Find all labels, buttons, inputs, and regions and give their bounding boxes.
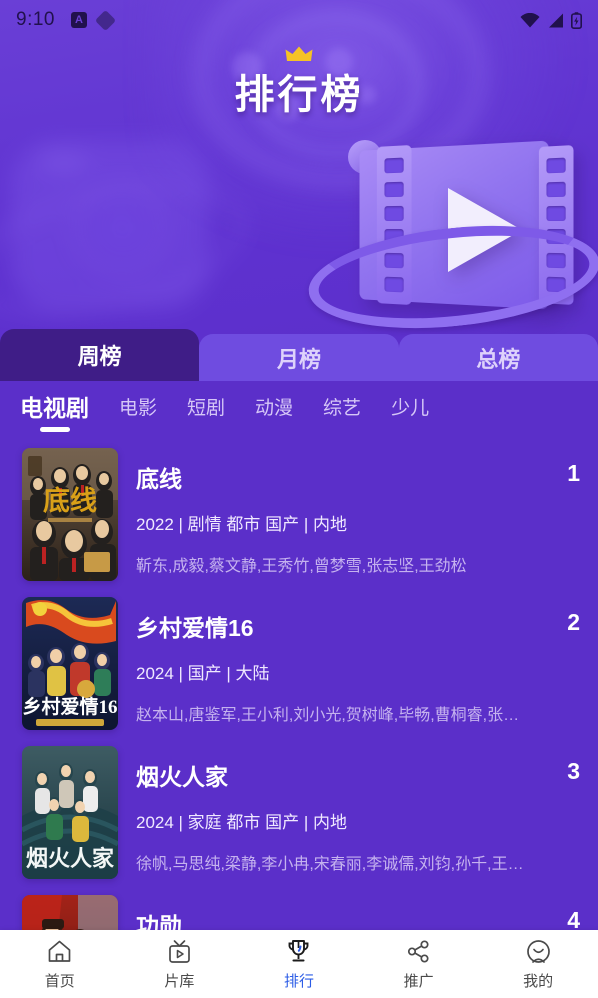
tab-weekly[interactable]: 周榜	[0, 329, 200, 381]
item-title: 功勋	[136, 913, 182, 930]
category-anime[interactable]: 动漫	[255, 393, 293, 429]
nav-item-ranking[interactable]: 排行	[239, 938, 359, 991]
app-badge-icon: A	[70, 12, 87, 28]
category-kids[interactable]: 少儿	[391, 393, 429, 429]
item-meta: 2022 | 剧情 都市 国产 | 内地	[136, 515, 347, 534]
category-nav: 电视剧 电影 短剧 动漫 综艺 少儿	[0, 381, 598, 440]
page-title-text: 排行榜	[234, 73, 364, 117]
item-rank: 2	[567, 609, 580, 635]
svg-text:乡村爱情16: 乡村爱情16	[22, 695, 117, 718]
item-meta: 2024 | 国产 | 大陆	[136, 664, 270, 683]
nav-item-library[interactable]: 片库	[120, 938, 240, 991]
app-root: 排行榜 9:10 A 周榜 月榜 总榜 电视剧 电影 短剧 动漫 综艺 少儿 底…	[0, 0, 598, 998]
item-rank: 4	[567, 907, 580, 930]
category-tv-drama[interactable]: 电视剧	[20, 389, 89, 432]
signal-icon	[549, 13, 563, 27]
nav-item-promote[interactable]: 推广	[359, 938, 479, 991]
item-cast: 靳东,成毅,蔡文静,王秀竹,曾梦雪,张志坚,王劲松	[136, 558, 467, 575]
film-strip-illustration	[303, 140, 598, 341]
list-item[interactable]: 功勋 4	[0, 887, 598, 930]
item-rank: 1	[567, 460, 580, 486]
item-meta: 2024 | 家庭 都市 国产 | 内地	[136, 813, 347, 832]
nav-label-library: 片库	[164, 972, 195, 990]
category-short-drama[interactable]: 短剧	[187, 393, 225, 429]
status-time: 9:10	[16, 9, 55, 30]
category-variety[interactable]: 综艺	[323, 393, 361, 429]
nav-item-home[interactable]: 首页	[0, 938, 120, 991]
profile-icon	[526, 939, 550, 963]
nav-label-promote: 推广	[403, 972, 434, 990]
diamond-icon	[94, 9, 117, 31]
poster-thumbnail[interactable]: 底线	[22, 448, 118, 581]
item-rank: 3	[567, 758, 580, 784]
battery-charging-icon	[571, 11, 582, 29]
nav-label-ranking: 排行	[283, 972, 314, 990]
svg-text:底线: 底线	[43, 485, 97, 516]
ranking-list[interactable]: 底线 底线 1 2022 | 剧情 都市 国产 | 内地 靳东,成毅,蔡文静,王…	[0, 440, 598, 930]
item-cast: 徐帆,马思纯,梁静,李小冉,宋春丽,李诚儒,刘钧,孙千,王…	[136, 856, 524, 873]
poster-thumbnail[interactable]: 烟火人家	[22, 746, 118, 879]
list-item-body: 烟火人家 3 2024 | 家庭 都市 国产 | 内地 徐帆,马思纯,梁静,李小…	[118, 746, 580, 874]
item-cast: 赵本山,唐鉴军,王小利,刘小光,贺树峰,毕畅,曹桐睿,张…	[136, 707, 520, 724]
period-tab-bar: 周榜 月榜 总榜	[0, 329, 598, 381]
tv-library-icon	[169, 939, 190, 963]
page-title-wrap: 排行榜	[0, 46, 598, 120]
category-movie[interactable]: 电影	[119, 393, 157, 429]
nav-label-home: 首页	[44, 972, 75, 990]
wifi-icon	[520, 12, 540, 27]
nav-label-profile: 我的	[523, 972, 554, 990]
status-bar: 9:10 A	[0, 0, 598, 40]
share-icon	[408, 939, 429, 963]
camera-watermark-icon	[0, 130, 260, 342]
item-title: 乡村爱情16	[136, 615, 254, 641]
list-item[interactable]: 烟火人家 烟火人家 3 2024 | 家庭 都市 国产 | 内地 徐帆,马思纯,…	[0, 738, 598, 887]
trophy-icon	[289, 939, 309, 962]
crown-icon	[285, 46, 313, 61]
tab-monthly[interactable]: 月榜	[199, 334, 399, 381]
page-title: 排行榜	[234, 46, 364, 120]
poster-thumbnail[interactable]: 乡村爱情16	[22, 597, 118, 730]
nav-item-profile[interactable]: 我的	[478, 938, 598, 991]
list-item-body: 功勋 4	[118, 895, 580, 930]
list-item-body: 乡村爱情16 2 2024 | 国产 | 大陆 赵本山,唐鉴军,王小利,刘小光,…	[118, 597, 580, 725]
item-title: 底线	[136, 466, 182, 492]
list-item[interactable]: 乡村爱情16 乡村爱情16 2 2024 | 国产 | 大陆 赵本山,唐鉴军,王…	[0, 589, 598, 738]
poster-thumbnail[interactable]	[22, 895, 118, 930]
svg-text:烟火人家: 烟火人家	[26, 846, 115, 871]
item-title: 烟火人家	[136, 764, 228, 790]
bottom-navigation: 首页 片库 排行 推广 我的	[0, 930, 598, 998]
home-icon	[48, 940, 71, 962]
tab-overall[interactable]: 总榜	[398, 334, 598, 381]
list-item-body: 底线 1 2022 | 剧情 都市 国产 | 内地 靳东,成毅,蔡文静,王秀竹,…	[118, 448, 580, 576]
list-item[interactable]: 底线 底线 1 2022 | 剧情 都市 国产 | 内地 靳东,成毅,蔡文静,王…	[0, 440, 598, 589]
